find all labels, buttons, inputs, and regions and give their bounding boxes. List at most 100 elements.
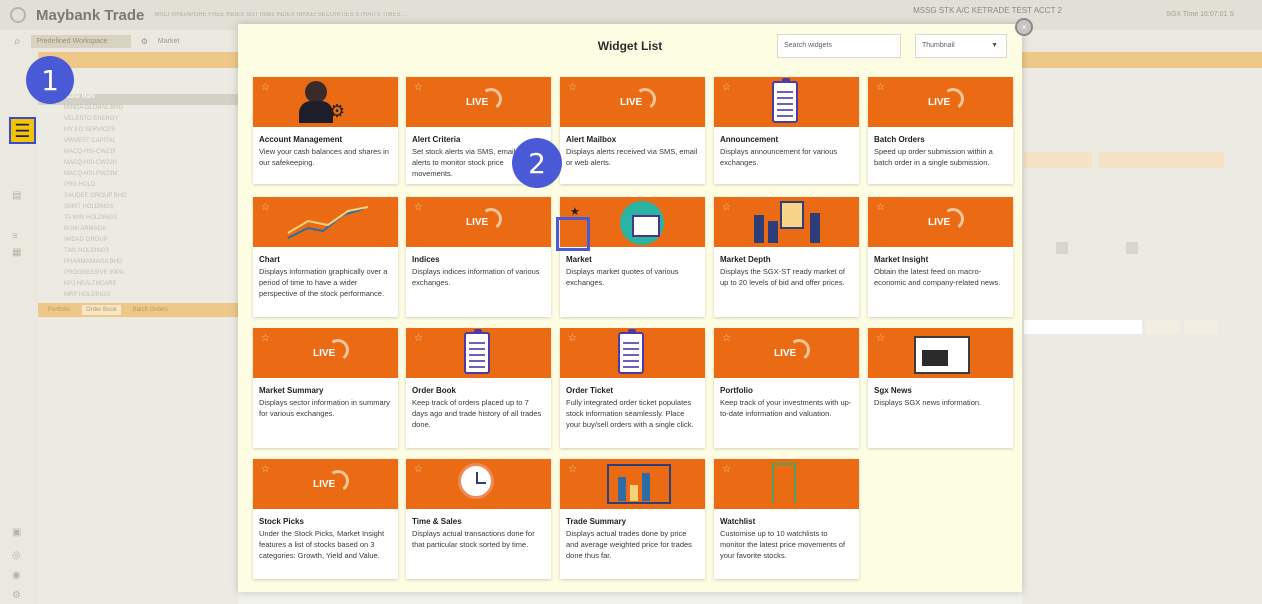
widget-thumbnail: ☆ LIVE — [406, 197, 551, 247]
favorite-star-icon[interactable]: ☆ — [568, 82, 577, 93]
rail-icon-b[interactable]: ≡ — [12, 231, 24, 242]
widget-thumbnail: ☆ LIVE — [714, 328, 859, 378]
favorite-star-icon[interactable]: ☆ — [568, 464, 577, 475]
workspace-select[interactable]: Predefined Workspace — [30, 34, 131, 48]
person-icon — [768, 221, 778, 243]
table-row[interactable]: SAUDEE GROUP BHD — [38, 193, 238, 204]
widget-thumbnail: ☆ LIVE — [253, 328, 398, 378]
sell-button[interactable] — [1098, 152, 1224, 168]
widget-card[interactable]: ☆ Sgx News Displays SGX news information. — [868, 328, 1013, 448]
widget-card[interactable]: ☆ ⚙ Account Management View your cash balan… — [253, 77, 398, 184]
table-row[interactable]: BUMI ARMADA — [38, 226, 238, 237]
widget-card[interactable]: ☆ Order Ticket Fully integrated order tick… — [560, 328, 705, 448]
widget-card[interactable]: ☆ LIVE Portfolio Keep track of your investm… — [714, 328, 859, 448]
favorite-star-icon[interactable]: ☆ — [876, 333, 885, 344]
clipboard-icon — [772, 78, 798, 123]
widget-description: View your cash balances and shares in ou… — [259, 147, 389, 167]
widget-card[interactable]: ☆ LIVE Stock Picks Under the Stock Picks, M… — [253, 459, 398, 579]
table-row[interactable]: MY EG SERVICES — [38, 127, 238, 138]
widget-card[interactable]: ☆ LIVE Market Insight Obtain the latest fee… — [868, 197, 1013, 317]
widget-card[interactable]: ☆ LIVE Batch Orders Speed up order submissi… — [868, 77, 1013, 184]
rail-icon-g[interactable]: ⚙ — [12, 590, 24, 601]
widget-card[interactable]: ★ Market Displays market quotes of various… — [560, 197, 705, 317]
widget-title: Batch Orders — [874, 135, 925, 144]
plus-button[interactable] — [1126, 242, 1138, 254]
tab-batch-orders[interactable]: Batch Orders — [133, 307, 168, 313]
favorite-star-icon[interactable]: ☆ — [414, 464, 423, 475]
favorite-star-icon[interactable]: ☆ — [722, 82, 731, 93]
widget-card[interactable]: ☆ LIVE Indices Displays indices information… — [406, 197, 551, 317]
table-row[interactable]: SMRT HOLDINGS — [38, 204, 238, 215]
widget-card[interactable]: ☆ Order Book Keep track of orders placed u… — [406, 328, 551, 448]
widget-card[interactable]: ☆ Chart Displays information graphically o… — [253, 197, 398, 317]
favorite-star-icon[interactable]: ☆ — [261, 82, 270, 93]
favorite-star-icon[interactable]: ☆ — [261, 202, 270, 213]
widget-title: Order Book — [412, 386, 457, 395]
widget-description: Displays the SGX-ST ready market of up t… — [720, 267, 845, 287]
search-widgets-input[interactable]: Search widgets — [777, 34, 901, 58]
widget-title: Chart — [259, 255, 280, 264]
favorite-star-icon[interactable]: ☆ — [722, 202, 731, 213]
tab-portfolio[interactable]: Portfolio — [48, 307, 70, 313]
table-row[interactable]: MACQ-HSI-CW22H — [38, 160, 238, 171]
table-row[interactable]: TA WIN HOLDINGS — [38, 215, 238, 226]
view-mode-select[interactable]: Thumbnail ▼ — [915, 34, 1007, 58]
favorite-star-icon[interactable]: ☆ — [722, 333, 731, 344]
widget-thumbnail: ☆ — [714, 77, 859, 127]
favorite-star-icon[interactable]: ☆ — [261, 464, 270, 475]
widget-description: Fully integrated order ticket populates … — [566, 398, 694, 429]
remarks-field[interactable] — [1024, 320, 1142, 334]
rail-icon-a[interactable]: ▤ — [12, 190, 24, 201]
favorite-star-icon[interactable]: ☆ — [722, 464, 731, 475]
table-row[interactable]: TWL HOLDINGS — [38, 248, 238, 259]
widget-card[interactable]: ☆ Watchlist Customise up to 10 watchlists … — [714, 459, 859, 579]
minus-button[interactable] — [1056, 242, 1068, 254]
gear-icon[interactable]: ⚙ — [141, 37, 148, 46]
widget-card[interactable]: ☆ Announcement Displays announcement for v… — [714, 77, 859, 184]
bottom-tabs: Portfolio Order Book Batch Orders — [38, 303, 238, 317]
favorite-star-icon[interactable]: ☆ — [414, 82, 423, 93]
widget-card[interactable]: ☆ Market Depth Displays the SGX-ST ready m… — [714, 197, 859, 317]
table-row[interactable]: MACQ-HSI-PW23M — [38, 171, 238, 182]
favorite-star-icon[interactable]: ☆ — [414, 202, 423, 213]
favorite-star-icon[interactable]: ☆ — [568, 333, 577, 344]
clock-icon — [458, 463, 494, 499]
clear-button[interactable] — [1184, 320, 1218, 334]
table-row[interactable]: VELESTO ENERGY — [38, 116, 238, 127]
widget-description: Displays indices information of various … — [412, 267, 540, 287]
buy-button[interactable] — [1024, 152, 1092, 168]
table-row[interactable]: PHARMANIAGA BHD — [38, 259, 238, 270]
widget-list-button[interactable]: ☰ — [9, 117, 36, 144]
clipboard-icon — [464, 329, 490, 374]
bar-chart-icon — [607, 464, 671, 504]
market-tab[interactable]: Market — [158, 38, 179, 45]
favorite-star-icon[interactable]: ☆ — [414, 333, 423, 344]
widget-card[interactable]: ☆ Time & Sales Displays actual transaction… — [406, 459, 551, 579]
widget-card[interactable]: ☆ Trade Summary Displays actual trades don… — [560, 459, 705, 579]
rail-icon-f[interactable]: ◉ — [12, 570, 24, 581]
submit-button[interactable] — [1146, 320, 1180, 334]
table-row[interactable]: MACQ-HSI-CW21F — [38, 149, 238, 160]
favorite-star-icon[interactable]: ☆ — [876, 202, 885, 213]
favorite-star-icon[interactable]: ☆ — [876, 82, 885, 93]
widget-card[interactable]: ☆ LIVE Alert Mailbox Displays alerts receiv… — [560, 77, 705, 184]
widget-title: Market Insight — [874, 255, 929, 264]
widget-card[interactable]: ☆ LIVE Market Summary Displays sector infor… — [253, 328, 398, 448]
table-row[interactable]: VINVEST CAPITAL — [38, 138, 238, 149]
table-row[interactable]: WIDAD GROUP — [38, 237, 238, 248]
rail-icon-e[interactable]: ◎ — [12, 550, 24, 561]
favorite-star-icon[interactable]: ☆ — [261, 333, 270, 344]
dialog-header: Widget List Search widgets Thumbnail ▼ × — [238, 18, 1033, 66]
table-row[interactable]: KPJ HEALTHCARE — [38, 281, 238, 292]
table-row[interactable]: PROGRESSIVE IMPA — [38, 270, 238, 281]
table-row[interactable]: MRP HOLDINGS — [38, 292, 238, 303]
account-selector[interactable]: MSSG STK A/C KETRADE TEST ACCT 2 — [913, 6, 1062, 15]
chevron-down-icon: ▼ — [991, 42, 998, 49]
table-row[interactable]: PRG HOLD — [38, 182, 238, 193]
search-icon[interactable]: ⌕ — [14, 34, 21, 49]
table-row[interactable]: MINDA GLOBAL BHD — [38, 105, 238, 116]
rail-icon-c[interactable]: ▦ — [12, 247, 24, 258]
tab-order-book[interactable]: Order Book — [82, 305, 121, 315]
rail-icon-d[interactable]: ▣ — [12, 527, 24, 538]
close-icon[interactable]: × — [1015, 18, 1033, 36]
